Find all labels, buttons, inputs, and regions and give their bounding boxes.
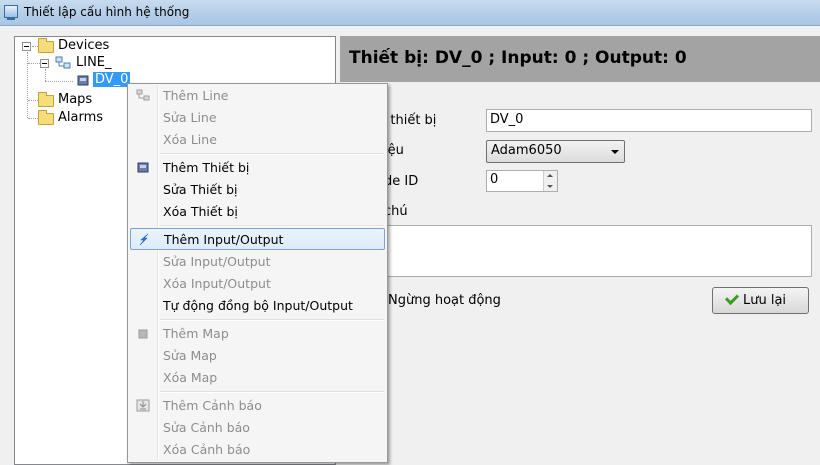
menu-item-label: Thêm Input/Output bbox=[164, 232, 284, 247]
menu-item-add-line[interactable]: Thêm Line bbox=[130, 85, 385, 107]
tree-connector bbox=[45, 81, 73, 82]
devices-collapse-toggle[interactable] bbox=[22, 42, 31, 51]
add-alarm-icon bbox=[136, 399, 150, 412]
device-header: Thiết bị: DV_0 ; Input: 0 ; Output: 0 bbox=[340, 36, 820, 82]
checkmark-icon bbox=[724, 290, 740, 306]
page-title: Thiết bị: DV_0 ; Input: 0 ; Output: 0 bbox=[349, 48, 687, 68]
line-collapse-toggle[interactable] bbox=[40, 59, 49, 68]
menu-item-label: Xóa Input/Output bbox=[163, 276, 271, 291]
save-button-label: Lưu lại bbox=[743, 293, 787, 308]
node-id-label: de ID bbox=[384, 174, 419, 189]
menu-item-label: Sửa Line bbox=[163, 110, 217, 125]
menu-item-edit-map[interactable]: Sửa Map bbox=[130, 345, 385, 367]
chevron-down-icon bbox=[611, 150, 619, 154]
tree-item-maps[interactable]: Maps bbox=[58, 92, 92, 107]
menu-item-label: Xóa Cảnh báo bbox=[163, 442, 251, 457]
tree-connector bbox=[28, 100, 38, 101]
menu-item-edit-device[interactable]: Sửa Thiết bị bbox=[130, 179, 385, 201]
menu-item-edit-io[interactable]: Sửa Input/Output bbox=[130, 251, 385, 273]
menu-item-delete-line[interactable]: Xóa Line bbox=[130, 129, 385, 151]
device-icon bbox=[77, 75, 89, 86]
menu-item-add-map[interactable]: Thêm Map bbox=[130, 323, 385, 345]
menu-item-label: Thêm Thiết bị bbox=[163, 160, 250, 175]
stepper-buttons[interactable] bbox=[543, 171, 557, 191]
network-line-icon bbox=[55, 56, 71, 69]
menu-separator bbox=[160, 319, 384, 321]
menu-item-delete-alarm[interactable]: Xóa Cảnh báo bbox=[130, 439, 385, 461]
menu-item-delete-io[interactable]: Xóa Input/Output bbox=[130, 273, 385, 295]
menu-item-delete-device[interactable]: Xóa Thiết bị bbox=[130, 201, 385, 223]
menu-item-label: Tự động đồng bộ Input/Output bbox=[163, 298, 353, 313]
save-button[interactable]: Lưu lại bbox=[712, 287, 809, 314]
model-select[interactable]: Adam6050 bbox=[486, 140, 625, 163]
tree-connector bbox=[45, 69, 46, 81]
menu-item-edit-alarm[interactable]: Sửa Cảnh báo bbox=[130, 417, 385, 439]
note-textarea[interactable] bbox=[384, 225, 812, 277]
menu-item-label: Xóa Thiết bị bbox=[163, 204, 238, 219]
tree-connector bbox=[28, 118, 38, 119]
menu-item-add-alarm[interactable]: Thêm Cảnh báo bbox=[130, 395, 385, 417]
menu-item-label: Thêm Cảnh báo bbox=[163, 398, 262, 413]
spin-up-icon[interactable] bbox=[547, 174, 553, 177]
menu-item-edit-line[interactable]: Sửa Line bbox=[130, 107, 385, 129]
add-io-icon bbox=[139, 233, 149, 246]
title-bar: Thiết lập cấu hình hệ thống bbox=[0, 0, 820, 26]
add-device-icon bbox=[137, 162, 149, 173]
menu-item-label: Thêm Map bbox=[163, 326, 229, 341]
app-monitor-icon bbox=[4, 5, 18, 20]
menu-item-label: Sửa Input/Output bbox=[163, 254, 271, 269]
add-line-icon bbox=[136, 89, 150, 101]
tree-connector bbox=[28, 63, 40, 64]
tree-item-alarms[interactable]: Alarms bbox=[58, 110, 103, 125]
stop-operation-label[interactable]: Ngừng hoạt động bbox=[388, 293, 501, 308]
menu-item-add-device[interactable]: Thêm Thiết bị bbox=[130, 157, 385, 179]
context-menu[interactable]: Thêm Line Sửa Line Xóa Line Thêm Thiết b… bbox=[127, 83, 388, 463]
device-name-field[interactable]: DV_0 bbox=[486, 109, 812, 132]
tree-item-device-selected[interactable]: DV_0 bbox=[93, 72, 131, 87]
node-id-value: 0 bbox=[490, 172, 499, 187]
add-map-icon bbox=[138, 329, 148, 339]
tree-item-line[interactable]: LINE_ bbox=[76, 55, 112, 70]
menu-separator bbox=[160, 153, 384, 155]
menu-item-auto-sync-io[interactable]: Tự động đồng bộ Input/Output bbox=[130, 295, 385, 317]
menu-separator bbox=[160, 391, 384, 393]
menu-item-add-io[interactable]: Thêm Input/Output bbox=[130, 228, 385, 250]
menu-item-label: Xóa Line bbox=[163, 132, 217, 147]
tree-connector bbox=[27, 52, 28, 118]
spin-down-icon[interactable] bbox=[547, 185, 553, 188]
menu-item-label: Xóa Map bbox=[163, 370, 218, 385]
menu-item-label: Sửa Cảnh báo bbox=[163, 420, 250, 435]
menu-item-label: Sửa Thiết bị bbox=[163, 182, 238, 197]
devices-folder-icon bbox=[38, 38, 54, 53]
alarms-folder-icon bbox=[38, 110, 54, 125]
menu-item-label: Thêm Line bbox=[163, 88, 229, 103]
menu-item-delete-map[interactable]: Xóa Map bbox=[130, 367, 385, 389]
maps-folder-icon bbox=[38, 92, 54, 107]
window-title: Thiết lập cấu hình hệ thống bbox=[24, 5, 190, 19]
model-select-value: Adam6050 bbox=[491, 143, 562, 158]
node-id-stepper[interactable]: 0 bbox=[486, 170, 558, 192]
menu-item-label: Sửa Map bbox=[163, 348, 217, 363]
tree-item-devices[interactable]: Devices bbox=[58, 38, 109, 53]
menu-separator bbox=[160, 225, 384, 227]
